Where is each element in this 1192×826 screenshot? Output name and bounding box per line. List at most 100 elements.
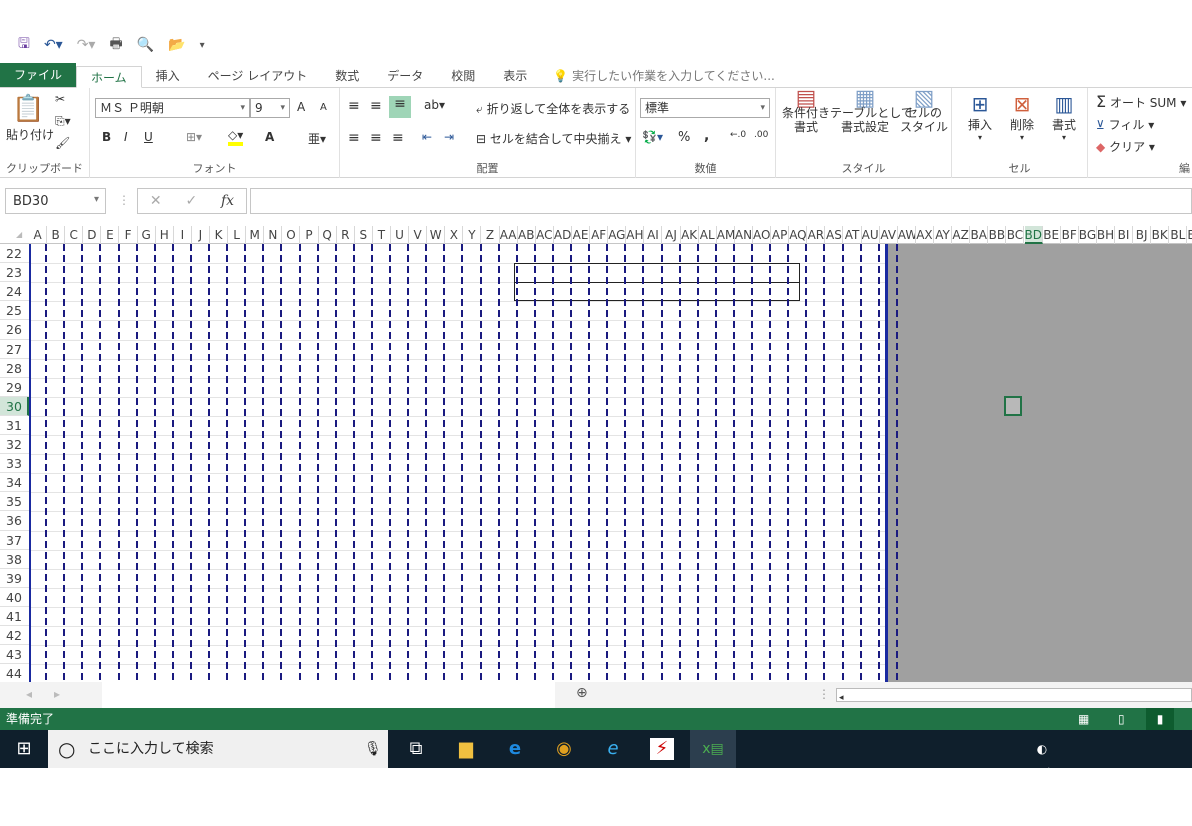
insert-function-icon[interactable]: fx <box>221 193 234 209</box>
file-explorer-icon[interactable]: ▆ <box>454 738 478 760</box>
column-header-BL[interactable]: BL <box>1169 226 1188 244</box>
cut-icon[interactable]: ✂ <box>55 92 65 106</box>
page-break-line[interactable] <box>606 244 609 682</box>
customize-qat-icon[interactable]: ▾ <box>200 40 205 51</box>
row-header-27[interactable]: 27 <box>0 340 29 359</box>
page-break-line[interactable] <box>841 244 844 682</box>
excel-taskbar-icon[interactable]: x▤ <box>690 730 736 768</box>
row-header-29[interactable]: 29 <box>0 378 29 397</box>
page-break-line[interactable] <box>189 244 192 682</box>
horizontal-scrollbar[interactable]: ◂ <box>836 688 1192 703</box>
format-painter-icon[interactable]: 🖌 <box>55 136 70 150</box>
column-header-AX[interactable]: AX <box>916 226 934 244</box>
split-grip-icon[interactable]: ⋮ <box>818 687 830 701</box>
tab-file[interactable]: ファイル <box>0 63 77 87</box>
align-left-icon[interactable]: ≡ <box>348 130 360 146</box>
row-header-36[interactable]: 36 <box>0 511 29 531</box>
column-header-Z[interactable]: Z <box>482 226 500 244</box>
font-size-select[interactable]: 9 <box>250 98 290 118</box>
merge-center-button[interactable]: ⊟ セルを結合して中央揃え ▾ <box>476 130 631 147</box>
format-as-table-button[interactable]: ▦ テーブルとして 書式設定 <box>830 88 913 135</box>
column-header-AH[interactable]: AH <box>626 226 645 244</box>
column-header-V[interactable]: V <box>409 226 428 244</box>
column-header-C[interactable]: C <box>65 226 84 244</box>
column-header-AE[interactable]: AE <box>572 226 591 244</box>
column-header-S[interactable]: S <box>355 226 373 244</box>
page-break-line[interactable] <box>262 244 265 682</box>
decrease-decimal-icon[interactable]: .00 <box>754 130 768 140</box>
page-break-line[interactable] <box>407 244 410 682</box>
column-header-M[interactable]: M <box>246 226 265 244</box>
column-header-BD[interactable]: BD <box>1024 226 1043 244</box>
page-break-line[interactable] <box>316 244 319 682</box>
page-break-line[interactable] <box>551 244 554 682</box>
page-break-line[interactable] <box>533 244 536 682</box>
column-header-AZ[interactable]: AZ <box>952 226 971 244</box>
column-header-H[interactable]: H <box>156 226 174 244</box>
row-header-39[interactable]: 39 <box>0 569 29 588</box>
page-break-line[interactable] <box>298 244 301 682</box>
format-cells-button[interactable]: ▥ 書式 ▾ <box>1046 92 1082 142</box>
column-header-AM[interactable]: AM <box>717 226 735 244</box>
column-header-AI[interactable]: AI <box>644 226 663 244</box>
percent-button[interactable]: % <box>678 130 690 145</box>
windows-start-icon[interactable]: ⊞ <box>12 738 36 760</box>
row-header-43[interactable]: 43 <box>0 645 29 665</box>
fill-button[interactable]: ⊻ フィル ▾ <box>1096 116 1154 133</box>
column-header-D[interactable]: D <box>83 226 102 244</box>
row-header-32[interactable]: 32 <box>0 435 29 455</box>
row-header-38[interactable]: 38 <box>0 550 29 569</box>
microphone-icon[interactable]: 🎙 <box>364 730 382 768</box>
column-header-BA[interactable]: BA <box>970 226 989 244</box>
page-break-line[interactable] <box>588 244 591 682</box>
column-header-A[interactable]: A <box>29 226 48 244</box>
column-header-B[interactable]: B <box>47 226 66 244</box>
formula-bar-grip-icon[interactable]: ⋮ <box>118 193 130 207</box>
page-break-line[interactable] <box>624 244 627 682</box>
worksheet-grid[interactable]: ◢ A B C D E F G H I J K L M N O P Q R S T U V W X Y Z AA AB AC AD AE AF A… <box>0 226 1192 682</box>
undo-icon[interactable]: ↶▾ <box>44 37 63 53</box>
tab-insert[interactable]: 挿入 <box>142 65 194 87</box>
page-break-view-icon[interactable]: ▮ <box>1146 708 1174 730</box>
row-header-40[interactable]: 40 <box>0 588 29 607</box>
app-icon[interactable]: ⚡ <box>650 738 674 760</box>
currency-icon[interactable]: 💱▾ <box>642 130 663 144</box>
tab-data[interactable]: データ <box>373 65 437 87</box>
column-header-BG[interactable]: BG <box>1079 226 1097 244</box>
column-header-J[interactable]: J <box>192 226 210 244</box>
row-header-30[interactable]: 30 <box>0 396 29 416</box>
copy-icon[interactable]: ⎘▾ <box>55 114 71 129</box>
open-folder-icon[interactable]: 📂 <box>168 37 185 53</box>
column-header-Q[interactable]: Q <box>319 226 337 244</box>
delete-cells-button[interactable]: ⊠ 削除 ▾ <box>1004 92 1040 142</box>
font-name-select[interactable]: ＭＳ Ｐ明朝 <box>95 98 250 118</box>
column-header-AS[interactable]: AS <box>825 226 844 244</box>
page-break-line[interactable] <box>461 244 464 682</box>
column-header-BH[interactable]: BH <box>1097 226 1115 244</box>
tell-me-box[interactable]: 💡 実行したい作業を入力してください... <box>541 65 775 87</box>
formula-input[interactable] <box>250 188 1192 214</box>
column-header-G[interactable]: G <box>138 226 156 244</box>
enter-icon[interactable]: ✓ <box>185 193 197 209</box>
quick-print-icon[interactable]: 🖶 <box>109 33 122 57</box>
prev-sheet-icon[interactable]: ◂ <box>26 687 32 701</box>
column-header-AB[interactable]: AB <box>518 226 536 244</box>
row-header-44[interactable]: 44 <box>0 664 29 682</box>
column-header-U[interactable]: U <box>391 226 410 244</box>
row-header-34[interactable]: 34 <box>0 473 29 493</box>
column-header-AG[interactable]: AG <box>608 226 627 244</box>
bold-button[interactable]: B <box>102 130 111 144</box>
column-header-BC[interactable]: BC <box>1006 226 1025 244</box>
column-header-BF[interactable]: BF <box>1061 226 1079 244</box>
page-break-line[interactable] <box>99 244 102 682</box>
phonetic-icon[interactable]: 亜▾ <box>308 130 326 147</box>
new-sheet-icon[interactable]: ⊕ <box>576 685 588 701</box>
column-header-I[interactable]: I <box>174 226 192 244</box>
column-header-AR[interactable]: AR <box>807 226 826 244</box>
page-break-line[interactable] <box>515 244 518 682</box>
page-break-line[interactable] <box>153 244 156 682</box>
row-header-41[interactable]: 41 <box>0 607 29 627</box>
save-icon[interactable]: 🖫 <box>18 33 30 57</box>
chrome-icon[interactable]: ◉ <box>552 738 576 760</box>
row-header-42[interactable]: 42 <box>0 626 29 646</box>
